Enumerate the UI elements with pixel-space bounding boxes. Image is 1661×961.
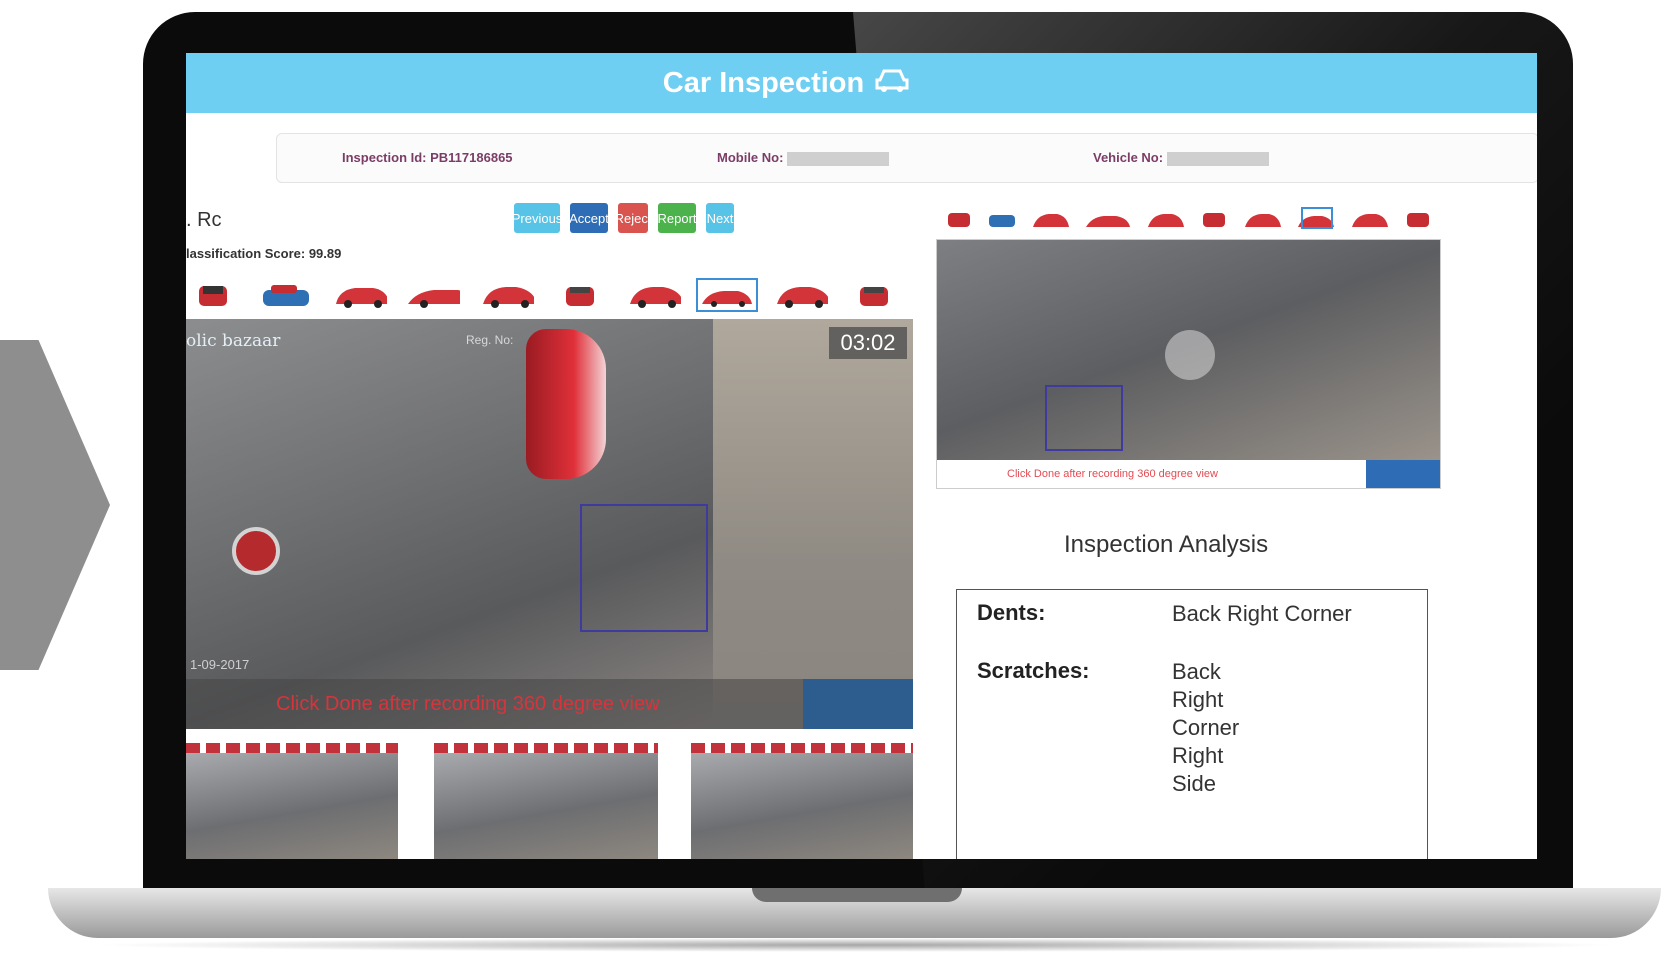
accept-button[interactable]: Accept xyxy=(569,203,609,233)
classification-score: lassification Score: 99.89 xyxy=(186,246,342,261)
right-thumb-3[interactable] xyxy=(1031,207,1071,229)
angle-thumb-1[interactable] xyxy=(186,282,240,308)
side-done-bar: Click Done after recording 360 degree vi… xyxy=(937,460,1440,488)
shot-1-bar xyxy=(186,743,398,753)
mobile-field: Mobile No: xyxy=(717,150,890,166)
right-thumb-5[interactable] xyxy=(1146,207,1186,229)
car-taillight xyxy=(526,329,606,479)
right-angle-thumbnails xyxy=(936,207,1441,235)
angle-thumb-5[interactable] xyxy=(480,282,534,308)
right-thumb-1[interactable] xyxy=(944,207,974,229)
damage-bounding-box xyxy=(580,504,708,632)
done-button[interactable] xyxy=(803,679,913,729)
dents-label: Dents: xyxy=(977,600,1046,625)
scratches-value: Back Right Corner Right Side xyxy=(1172,659,1240,796)
side-inspection-video[interactable]: Click Done after recording 360 degree vi… xyxy=(936,239,1441,489)
decorative-chevron xyxy=(0,340,110,670)
watermark-logo: olic bazaar xyxy=(186,331,281,351)
analysis-title: Inspection Analysis xyxy=(1064,531,1269,558)
reg-number-label: Reg. No: xyxy=(466,333,514,347)
car-icon xyxy=(874,68,910,99)
laptop-screen: Car Inspection Inspection Id: PB11718686… xyxy=(186,53,1537,859)
right-thumb-4[interactable] xyxy=(1084,207,1132,229)
capture-strip xyxy=(186,739,921,859)
angle-thumbnails xyxy=(186,273,921,317)
report-button[interactable]: Report xyxy=(657,203,697,233)
action-buttons: Previous Accept Reject Report Next xyxy=(512,203,734,233)
analysis-table: Dents: Back Right Corner Scratches: Back… xyxy=(956,589,1428,859)
page-title: Car Inspection xyxy=(662,66,865,99)
capture-shot-1[interactable] xyxy=(186,753,398,859)
redacted-mobile xyxy=(787,151,890,166)
video-timer: 03:02 xyxy=(829,327,907,359)
angle-thumb-3[interactable] xyxy=(333,282,387,308)
done-instruction-bar: Click Done after recording 360 degree vi… xyxy=(186,679,913,729)
left-panel: . Rc lassification Score: 99.89 Previous… xyxy=(186,191,921,859)
reject-button[interactable]: Reject xyxy=(615,203,651,233)
angle-thumb-7[interactable] xyxy=(627,282,681,308)
angle-thumb-9[interactable] xyxy=(774,282,828,308)
angle-thumb-6[interactable] xyxy=(553,282,607,308)
side-damage-bounding-box xyxy=(1045,385,1123,451)
shot-2-bar xyxy=(434,743,658,753)
angle-thumb-4[interactable] xyxy=(406,282,461,308)
angle-thumb-8-selected[interactable] xyxy=(696,278,759,312)
side-done-instruction: Click Done after recording 360 degree vi… xyxy=(1007,468,1218,480)
right-thumb-10[interactable] xyxy=(1403,207,1433,229)
ground-area xyxy=(713,319,913,729)
main-inspection-video[interactable]: olic bazaar Reg. No: 03:02 1-09-2017 Cli… xyxy=(186,319,913,729)
redacted-vehicle xyxy=(1167,151,1270,166)
mobile-label: Mobile No: xyxy=(717,150,784,165)
vehicle-field: Vehicle No: xyxy=(1093,150,1270,166)
app-header: Car Inspection xyxy=(186,53,1537,113)
document-title: . Rc xyxy=(186,209,222,231)
inspection-id: Inspection Id: PB117186865 xyxy=(342,150,513,165)
next-button[interactable]: Next xyxy=(706,203,734,233)
angle-thumb-10[interactable] xyxy=(847,282,901,308)
side-done-button[interactable] xyxy=(1366,460,1440,488)
right-thumb-8[interactable] xyxy=(1296,207,1336,229)
capture-shot-3[interactable] xyxy=(691,753,913,859)
capture-shot-2[interactable] xyxy=(434,753,658,859)
dents-value: Back Right Corner xyxy=(1172,601,1352,626)
right-thumb-7[interactable] xyxy=(1243,207,1283,229)
angle-thumb-2[interactable] xyxy=(259,282,313,308)
car-badge xyxy=(232,527,280,575)
play-icon[interactable] xyxy=(1165,330,1215,380)
right-thumb-6[interactable] xyxy=(1199,207,1229,229)
vehicle-label: Vehicle No: xyxy=(1093,150,1164,165)
laptop-shadow xyxy=(90,938,1620,952)
right-thumb-9[interactable] xyxy=(1350,207,1390,229)
inspection-info-bar: Inspection Id: PB117186865 Mobile No: Ve… xyxy=(276,133,1537,183)
done-instruction: Click Done after recording 360 degree vi… xyxy=(276,693,660,715)
right-thumb-2[interactable] xyxy=(987,207,1017,229)
shot-3-bar xyxy=(691,743,913,753)
previous-button[interactable]: Previous xyxy=(512,203,562,233)
right-panel: Click Done after recording 360 degree vi… xyxy=(936,201,1537,859)
video-datestamp: 1-09-2017 xyxy=(190,657,250,672)
scratches-label: Scratches: xyxy=(977,658,1090,683)
laptop-notch xyxy=(752,888,962,902)
